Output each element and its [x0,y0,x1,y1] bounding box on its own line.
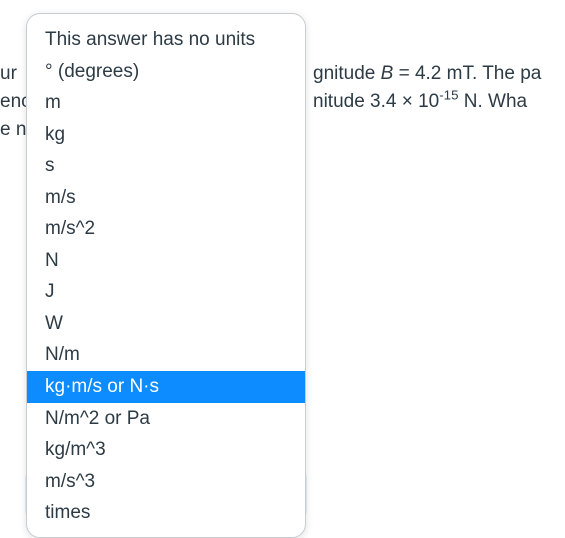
units-option[interactable]: W [27,308,305,340]
units-option[interactable]: kg [27,119,305,151]
units-option[interactable]: m/s [27,182,305,214]
units-option[interactable]: ° (degrees) [27,56,305,88]
units-option[interactable]: N/m^2 or Pa [27,403,305,435]
bg-text-fragment: gnitude B = 4.2 mT. The pa [313,60,541,89]
units-option[interactable]: m/s^3 [27,466,305,498]
units-option[interactable]: m/s^2 [27,213,305,245]
bg-text-fragment: ur [0,60,17,89]
bg-text-fragment: e n [0,116,26,145]
units-option[interactable]: kg/m^3 [27,434,305,466]
units-option[interactable]: m [27,87,305,119]
units-option[interactable]: times [27,497,305,529]
units-dropdown-panel: This answer has no units° (degrees)mkgsm… [26,13,306,538]
units-option[interactable]: kg·m/s or N·s [27,371,305,403]
units-option[interactable]: s [27,150,305,182]
units-option[interactable]: N [27,245,305,277]
units-option[interactable]: J [27,276,305,308]
bg-text-fragment: nitude 3.4 × 10-15 N. Wha [313,88,527,117]
units-option[interactable]: N/m [27,339,305,371]
units-dropdown-list: This answer has no units° (degrees)mkgsm… [27,14,305,537]
units-option[interactable]: This answer has no units [27,24,305,56]
